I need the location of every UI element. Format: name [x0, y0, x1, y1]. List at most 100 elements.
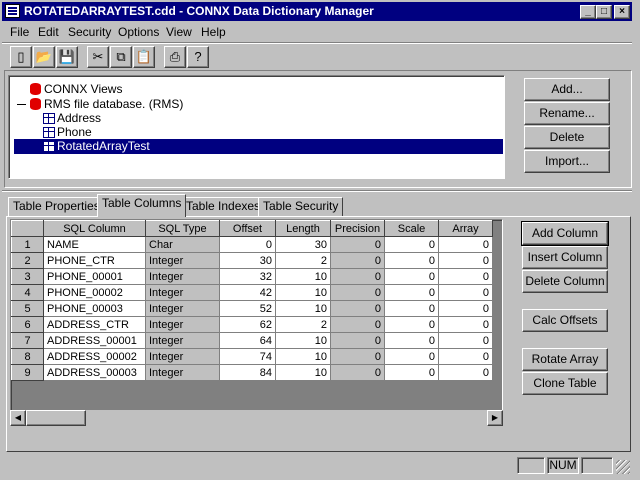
row-header[interactable]: 6: [11, 316, 44, 333]
clone-table-button[interactable]: Clone Table: [522, 372, 608, 395]
minimize-button[interactable]: _: [580, 5, 596, 19]
table-row[interactable]: 7 ADDRESS_00001 Integer 64 10 0 0 0: [11, 332, 493, 349]
cell-precision[interactable]: 0: [330, 316, 385, 333]
cell-length[interactable]: 2: [275, 316, 331, 333]
menu-edit[interactable]: Edit: [38, 25, 59, 39]
cell-array[interactable]: 0: [438, 268, 493, 285]
copy-icon[interactable]: ⧉: [110, 46, 132, 68]
paste-icon[interactable]: 📋: [133, 46, 155, 68]
cell-length[interactable]: 10: [275, 268, 331, 285]
tree-item-rms-database[interactable]: RMS file database. (RMS): [42, 97, 185, 112]
cell-scale[interactable]: 0: [384, 236, 439, 253]
cell-offset[interactable]: 62: [219, 316, 276, 333]
print-icon[interactable]: ⎙: [164, 46, 186, 68]
tree-item-phone[interactable]: Phone: [55, 125, 94, 140]
table-row[interactable]: 8 ADDRESS_00002 Integer 74 10 0 0 0: [11, 348, 493, 365]
scroll-left-icon[interactable]: ◀: [10, 410, 26, 426]
cell-col[interactable]: ADDRESS_CTR: [43, 316, 146, 333]
insert-column-button[interactable]: Insert Column: [522, 246, 608, 269]
cell-precision[interactable]: 0: [330, 300, 385, 317]
cell-array[interactable]: 0: [438, 236, 493, 253]
header-scale[interactable]: Scale: [384, 220, 439, 237]
open-icon[interactable]: 📂: [33, 46, 55, 68]
close-button[interactable]: ×: [614, 5, 630, 19]
cell-length[interactable]: 2: [275, 252, 331, 269]
cell-col[interactable]: ADDRESS_00003: [43, 364, 146, 381]
row-header[interactable]: 7: [11, 332, 44, 349]
row-header[interactable]: 5: [11, 300, 44, 317]
cell-offset[interactable]: 84: [219, 364, 276, 381]
table-row[interactable]: 5 PHONE_00003 Integer 52 10 0 0 0: [11, 300, 493, 317]
cell-scale[interactable]: 0: [384, 348, 439, 365]
cell-precision[interactable]: 0: [330, 284, 385, 301]
cell-offset[interactable]: 32: [219, 268, 276, 285]
save-icon[interactable]: 💾: [56, 46, 78, 68]
menu-help[interactable]: Help: [201, 25, 226, 39]
cell-scale[interactable]: 0: [384, 316, 439, 333]
cell-precision[interactable]: 0: [330, 236, 385, 253]
row-header[interactable]: 9: [11, 364, 44, 381]
cell-scale[interactable]: 0: [384, 300, 439, 317]
header-offset[interactable]: Offset: [219, 220, 276, 237]
new-icon[interactable]: ▯: [10, 46, 32, 68]
cell-type[interactable]: Integer: [145, 348, 220, 365]
cell-array[interactable]: 0: [438, 316, 493, 333]
add-button[interactable]: Add...: [524, 78, 610, 101]
cell-precision[interactable]: 0: [330, 252, 385, 269]
add-column-button[interactable]: Add Column: [521, 221, 609, 246]
cell-col[interactable]: PHONE_00001: [43, 268, 146, 285]
cell-scale[interactable]: 0: [384, 364, 439, 381]
row-header[interactable]: 4: [11, 284, 44, 301]
cell-precision[interactable]: 0: [330, 268, 385, 285]
cell-offset[interactable]: 42: [219, 284, 276, 301]
rename-button[interactable]: Rename...: [524, 102, 610, 125]
table-row[interactable]: 6 ADDRESS_CTR Integer 62 2 0 0 0: [11, 316, 493, 333]
cell-offset[interactable]: 64: [219, 332, 276, 349]
corner-cell[interactable]: [11, 220, 44, 237]
cell-type[interactable]: Integer: [145, 268, 220, 285]
row-header[interactable]: 8: [11, 348, 44, 365]
cell-length[interactable]: 10: [275, 300, 331, 317]
header-precision[interactable]: Precision: [330, 220, 385, 237]
tree-view[interactable]: CONNX Views RMS file database. (RMS) Add…: [8, 75, 505, 179]
header-length[interactable]: Length: [275, 220, 331, 237]
cell-col[interactable]: PHONE_00003: [43, 300, 146, 317]
table-row[interactable]: 4 PHONE_00002 Integer 42 10 0 0 0: [11, 284, 493, 301]
cell-type[interactable]: Integer: [145, 252, 220, 269]
cell-length[interactable]: 10: [275, 364, 331, 381]
cell-type[interactable]: Char: [145, 236, 220, 253]
resize-grip-icon[interactable]: [616, 460, 630, 474]
delete-column-button[interactable]: Delete Column: [522, 270, 608, 293]
cell-array[interactable]: 0: [438, 364, 493, 381]
cell-precision[interactable]: 0: [330, 364, 385, 381]
tree-item-address[interactable]: Address: [55, 111, 103, 126]
cell-offset[interactable]: 30: [219, 252, 276, 269]
cell-length[interactable]: 30: [275, 236, 331, 253]
cell-array[interactable]: 0: [438, 348, 493, 365]
header-array[interactable]: Array: [438, 220, 493, 237]
rotate-array-button[interactable]: Rotate Array: [522, 348, 608, 371]
cell-offset[interactable]: 52: [219, 300, 276, 317]
cell-array[interactable]: 0: [438, 252, 493, 269]
help-icon[interactable]: ?: [187, 46, 209, 68]
tab-table-security[interactable]: Table Security: [258, 197, 344, 216]
delete-button[interactable]: Delete: [524, 126, 610, 149]
cell-type[interactable]: Integer: [145, 364, 220, 381]
maximize-button[interactable]: □: [596, 5, 612, 19]
row-header[interactable]: 1: [11, 236, 44, 253]
collapse-icon[interactable]: [17, 104, 26, 105]
cell-type[interactable]: Integer: [145, 316, 220, 333]
import-button[interactable]: Import...: [524, 150, 610, 173]
tab-table-columns[interactable]: Table Columns: [97, 194, 187, 217]
cell-col[interactable]: PHONE_CTR: [43, 252, 146, 269]
cell-scale[interactable]: 0: [384, 268, 439, 285]
menu-view[interactable]: View: [166, 25, 192, 39]
columns-grid[interactable]: SQL Column SQL Type Offset Length Precis…: [10, 219, 503, 426]
cell-array[interactable]: 0: [438, 332, 493, 349]
app-icon[interactable]: [5, 4, 20, 18]
cell-scale[interactable]: 0: [384, 332, 439, 349]
table-row[interactable]: 9 ADDRESS_00003 Integer 84 10 0 0 0: [11, 364, 493, 381]
cell-type[interactable]: Integer: [145, 300, 220, 317]
cell-precision[interactable]: 0: [330, 332, 385, 349]
cell-scale[interactable]: 0: [384, 284, 439, 301]
